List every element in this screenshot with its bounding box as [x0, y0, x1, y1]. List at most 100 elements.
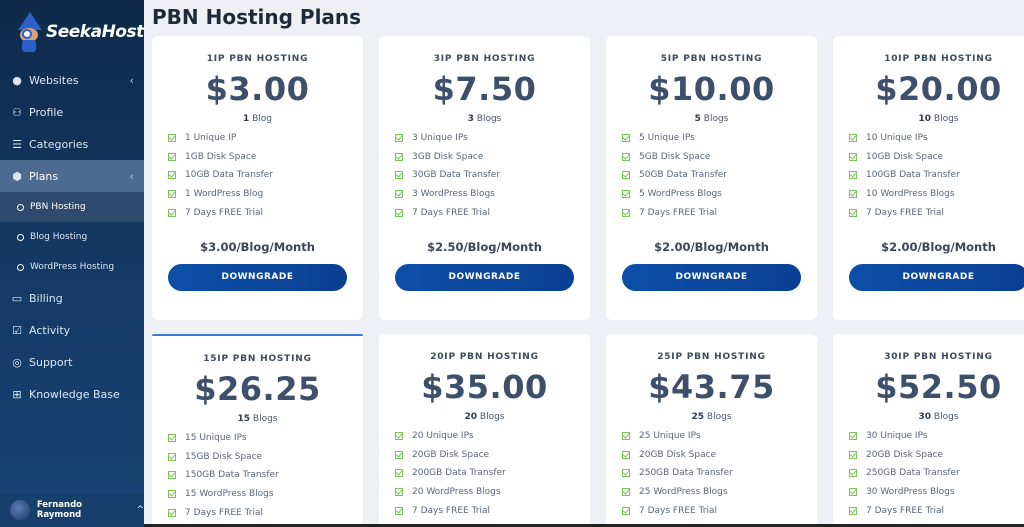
- plan-price: $7.50: [432, 70, 537, 108]
- sidebar-item-billing[interactable]: ▭ Billing: [0, 282, 144, 314]
- sidebar-subitem-blog-hosting[interactable]: Blog Hosting: [0, 222, 144, 252]
- feature-text: 7 Days FREE Trial: [412, 505, 490, 516]
- plan-card: 30IP PBN HOSTING $52.50 30 Blogs 30 Uniq…: [833, 334, 1024, 527]
- check-icon: [168, 134, 176, 143]
- feature-item: 15GB Disk Space: [168, 448, 363, 467]
- sidebar-subitem-wordpress-hosting[interactable]: WordPress Hosting: [0, 252, 144, 282]
- plan-card: 1IP PBN HOSTING $3.00 1 Blog 1 Unique IP…: [152, 36, 363, 320]
- blog-count-label: Blogs: [706, 412, 732, 422]
- blog-count-number: 5: [694, 114, 701, 124]
- check-icon: [849, 152, 857, 161]
- sidebar-item-support[interactable]: ◎ Support: [0, 346, 144, 378]
- plan-blog-count: 15 Blogs: [152, 414, 363, 424]
- feature-text: 50GB Data Transfer: [639, 170, 728, 181]
- feature-text: 10GB Disk Space: [866, 151, 944, 162]
- sidebar-item-categories[interactable]: ☰ Categories: [0, 128, 144, 160]
- sidebar-item-label: Activity: [29, 323, 71, 337]
- check-icon: [622, 506, 630, 515]
- sidebar-subitem-label: WordPress Hosting: [30, 262, 115, 272]
- downgrade-button[interactable]: DOWNGRADE: [395, 263, 574, 291]
- feature-item: 3 Unique IPs: [395, 129, 590, 148]
- feature-list: 20 Unique IPs 20GB Disk Space 200GB Data T…: [379, 427, 590, 520]
- sidebar-item-profile[interactable]: ⚇ Profile: [0, 96, 144, 128]
- sidebar-item-label: Support: [29, 355, 73, 369]
- checklist-icon: ☑: [12, 323, 22, 337]
- plan-blog-count: 10 Blogs: [833, 114, 1024, 124]
- blog-count-label: Blogs: [933, 114, 959, 124]
- main-content: PBN Hosting Plans 1IP PBN HOSTING $3.00 …: [144, 0, 1024, 527]
- feature-item: 20GB Disk Space: [622, 446, 817, 465]
- feature-text: 20GB Disk Space: [866, 449, 944, 460]
- feature-item: 25 Unique IPs: [622, 427, 817, 446]
- feature-item: 10GB Data Transfer: [168, 166, 363, 185]
- plan-price: $20.00: [875, 70, 1002, 108]
- price-per-blog: $2.50/Blog/Month: [427, 239, 542, 254]
- check-icon: [395, 506, 403, 515]
- check-icon: [168, 452, 176, 461]
- sidebar-item-knowledge-base[interactable]: ⊞ Knowledge Base: [0, 378, 144, 410]
- feature-text: 3 Unique IPs: [412, 133, 468, 144]
- sidebar-item-websites[interactable]: ● Websites ‹: [0, 64, 144, 96]
- check-icon: [168, 434, 176, 443]
- circle-icon: [17, 263, 24, 271]
- chevron-left-icon: ‹: [129, 169, 134, 183]
- page-title: PBN Hosting Plans: [152, 5, 362, 29]
- sidebar-subitem-label: PBN Hosting: [30, 202, 86, 212]
- check-icon: [622, 432, 630, 441]
- blog-count-number: 10: [918, 114, 932, 124]
- feature-text: 20GB Disk Space: [639, 449, 717, 460]
- check-icon: [622, 488, 630, 497]
- feature-item: 1 WordPress Blog: [168, 185, 363, 204]
- feature-item: 10GB Disk Space: [849, 148, 1024, 167]
- blog-count-number: 25: [691, 412, 705, 422]
- feature-item: 30 Unique IPs: [849, 427, 1024, 446]
- sidebar-item-label: Plans: [29, 169, 59, 183]
- plan-name: 25IP PBN HOSTING: [657, 352, 766, 362]
- check-icon: [168, 171, 176, 180]
- price-per-blog: $3.00/Blog/Month: [200, 239, 315, 254]
- plan-price: $35.00: [421, 368, 548, 406]
- feature-list: 30 Unique IPs 20GB Disk Space 250GB Data T…: [833, 427, 1024, 520]
- feature-item: 5 WordPress Blogs: [622, 185, 817, 204]
- blog-count-label: Blogs: [933, 412, 959, 422]
- feature-text: 20GB Disk Space: [412, 449, 490, 460]
- plan-price: $26.25: [194, 370, 321, 408]
- check-icon: [622, 152, 630, 161]
- check-icon: [622, 171, 630, 180]
- check-icon: [849, 506, 857, 515]
- check-icon: [849, 432, 857, 441]
- sidebar-item-label: Billing: [29, 291, 63, 305]
- logo[interactable]: SeekaHost: [0, 0, 144, 64]
- check-icon: [395, 450, 403, 459]
- check-icon: [622, 450, 630, 459]
- database-icon: ☰: [12, 137, 22, 151]
- user-menu[interactable]: Fernando Raymond ^: [0, 493, 144, 527]
- circle-icon: [17, 233, 24, 241]
- downgrade-button[interactable]: DOWNGRADE: [849, 263, 1024, 291]
- brand-name: SeekaHost: [46, 22, 144, 42]
- check-icon: [395, 488, 403, 497]
- feature-item: 200GB Data Transfer: [395, 464, 590, 483]
- sidebar-item-plans[interactable]: ⬢ Plans ‹: [0, 160, 144, 192]
- feature-item: 1GB Disk Space: [168, 148, 363, 167]
- feature-item: 30GB Data Transfer: [395, 166, 590, 185]
- plan-name: 20IP PBN HOSTING: [430, 352, 539, 362]
- plan-card: 15IP PBN HOSTING $26.25 15 Blogs 15 Uniq…: [152, 334, 363, 527]
- book-icon: ⊞: [12, 387, 22, 401]
- sidebar-subitem-pbn-hosting[interactable]: PBN Hosting: [0, 192, 144, 222]
- feature-item: 1 Unique IP: [168, 129, 363, 148]
- feature-item: 7 Days FREE Trial: [168, 503, 363, 522]
- sidebar-item-activity[interactable]: ☑ Activity: [0, 314, 144, 346]
- downgrade-button[interactable]: DOWNGRADE: [622, 263, 801, 291]
- lifebuoy-icon: ◎: [12, 355, 22, 369]
- check-icon: [622, 190, 630, 199]
- feature-text: 250GB Data Transfer: [866, 468, 960, 479]
- feature-list: 1 Unique IP 1GB Disk Space 10GB Data Trans…: [152, 129, 363, 222]
- check-icon: [395, 134, 403, 143]
- chevron-up-icon: ^: [136, 505, 144, 515]
- plan-name: 1IP PBN HOSTING: [206, 54, 309, 64]
- feature-item: 7 Days FREE Trial: [395, 501, 590, 520]
- feature-item: 7 Days FREE Trial: [622, 203, 817, 222]
- downgrade-button[interactable]: DOWNGRADE: [168, 263, 347, 291]
- plan-price: $43.75: [648, 368, 775, 406]
